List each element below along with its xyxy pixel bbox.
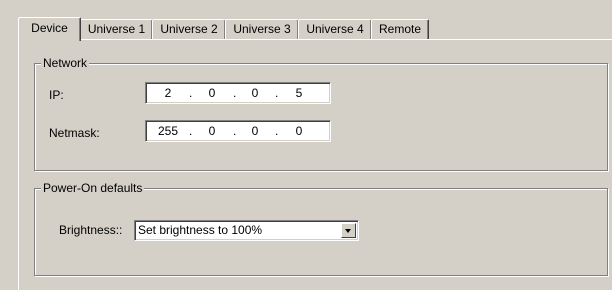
tab-label: Remote <box>378 22 422 36</box>
network-legend: Network <box>41 56 90 70</box>
ip-label: IP: <box>49 88 64 102</box>
brightness-dropdown[interactable]: Set brightness to 100% <box>134 220 359 241</box>
octet-separator: . <box>233 86 237 100</box>
network-groupbox: Network IP: 2 . 0 . 0 . 5 Netmask: 255 .… <box>34 56 608 171</box>
tab-page-device: Network IP: 2 . 0 . 0 . 5 Netmask: 255 .… <box>18 39 612 290</box>
brightness-selected-value: Set brightness to 100% <box>138 223 263 237</box>
octet-separator: . <box>233 124 237 138</box>
octet-separator: . <box>275 86 279 100</box>
octet-separator: . <box>275 124 279 138</box>
ip-octet-4[interactable]: 5 <box>283 86 315 100</box>
netmask-octet-4[interactable]: 0 <box>283 124 315 138</box>
power-on-defaults-legend: Power-On defaults <box>41 181 145 195</box>
ip-address-field[interactable]: 2 . 0 . 0 . 5 <box>145 82 331 104</box>
device-settings-window: Device Universe 1 Universe 2 Universe 3 … <box>0 0 612 290</box>
tab-label: Universe 2 <box>160 22 218 36</box>
power-on-defaults-groupbox: Power-On defaults Brightness:: Set brigh… <box>34 181 608 276</box>
netmask-field[interactable]: 255 . 0 . 0 . 0 <box>145 120 331 142</box>
brightness-label: Brightness:: <box>59 223 123 237</box>
netmask-octet-1[interactable]: 255 <box>152 124 184 138</box>
octet-separator: . <box>189 86 193 100</box>
netmask-label: Netmask: <box>49 126 100 140</box>
ip-octet-3[interactable]: 0 <box>239 86 271 100</box>
tab-universe-1[interactable]: Universe 1 <box>80 19 153 39</box>
netmask-octet-3[interactable]: 0 <box>239 124 271 138</box>
tab-universe-4[interactable]: Universe 4 <box>298 19 372 39</box>
tab-universe-2[interactable]: Universe 2 <box>152 19 226 39</box>
tab-universe-3[interactable]: Universe 3 <box>225 19 299 39</box>
ip-octet-1[interactable]: 2 <box>152 86 184 100</box>
dropdown-button[interactable] <box>341 223 356 238</box>
tab-label: Device <box>31 21 68 35</box>
tab-label: Universe 1 <box>87 22 146 36</box>
ip-octet-2[interactable]: 0 <box>196 86 228 100</box>
octet-separator: . <box>189 124 193 138</box>
netmask-octet-2[interactable]: 0 <box>196 124 228 138</box>
tab-label: Universe 3 <box>233 22 291 36</box>
chevron-down-icon <box>345 229 351 233</box>
tab-device[interactable]: Device <box>18 17 81 41</box>
tab-label: Universe 4 <box>306 22 364 36</box>
tab-remote[interactable]: Remote <box>371 19 429 39</box>
